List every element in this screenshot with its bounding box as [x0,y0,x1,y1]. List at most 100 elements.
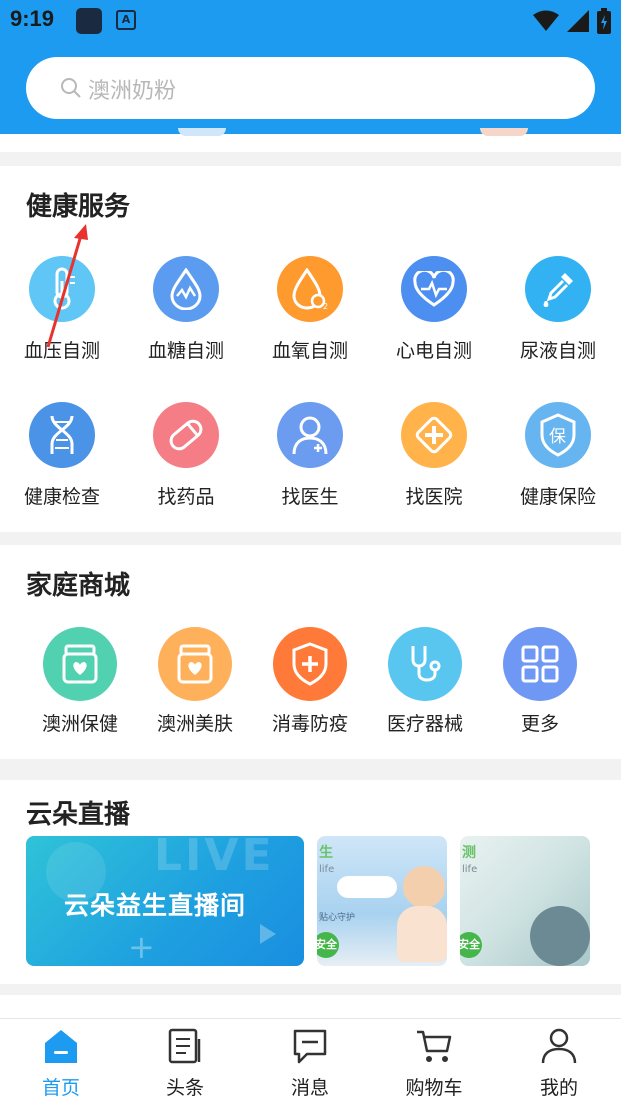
header: 9:19 A 澳洲奶粉 [0,0,621,134]
safety-badge: 安全 [317,932,339,958]
status-icons [533,8,611,34]
next-section-peek [0,995,621,1019]
carousel-peek-left [178,128,226,136]
font-icon: A [116,10,136,30]
carousel-strip [0,128,621,152]
search-icon [61,78,81,98]
cart-icon [417,1030,452,1062]
item-label: 澳洲美肤 [156,713,233,735]
play-icon [260,924,276,944]
item-label: 找医院 [405,486,463,508]
item-label: 健康保险 [519,486,596,508]
tab-news[interactable]: 头条 [130,1027,240,1100]
tab-label: 购物车 [405,1077,463,1099]
cloud-decor [337,876,397,898]
live-watermark: LIVE [154,836,275,881]
device-image [530,906,590,966]
message-icon [293,1029,327,1064]
find-doctor-item[interactable]: 找医生 [250,402,370,509]
item-label: 消毒防疫 [271,713,348,735]
banner-sub: life [462,864,478,875]
dropper-icon [525,256,591,322]
health-insurance-item[interactable]: 保 健康保险 [498,402,618,509]
tab-profile[interactable]: 我的 [504,1027,614,1100]
stethoscope-icon [388,627,462,701]
tab-label: 首页 [41,1077,80,1099]
wifi-icon [533,10,559,31]
medical-device-item[interactable]: 医疗器械 [365,627,485,736]
blood-sugar-item[interactable]: 血糖自测 [126,256,246,363]
capsule-icon [153,402,219,468]
beauty-jar-icon [158,627,232,701]
tab-messages[interactable]: 消息 [255,1027,365,1100]
status-bar: 9:19 A [0,0,621,44]
doctor-icon [277,402,343,468]
svg-text:2: 2 [323,302,328,310]
tab-home[interactable]: 首页 [6,1027,116,1100]
item-label: 健康检查 [23,486,100,508]
blood-oxygen-item[interactable]: 2 血氧自测 [250,256,370,363]
search-placeholder: 澳洲奶粉 [88,79,177,104]
dna-icon [29,402,95,468]
find-medicine-item[interactable]: 找药品 [126,402,246,509]
section-title: 健康服务 [26,192,131,222]
app-icon [76,8,102,34]
item-label: 澳洲保健 [41,713,118,735]
tab-label: 消息 [290,1077,329,1099]
safety-badge: 安全 [460,932,482,958]
item-label: 尿液自测 [519,340,596,362]
item-label: 心电自测 [395,340,472,362]
insurance-shield-icon: 保 [525,402,591,468]
svg-text:保: 保 [549,427,566,447]
ecg-item[interactable]: 心电自测 [374,256,494,363]
bottom-tab-bar: 首页 头条 消息 购物车 我的 [0,1018,621,1102]
news-icon [168,1028,201,1064]
item-label: 找药品 [157,486,215,508]
more-item[interactable]: 更多 [480,627,600,736]
baby-product-banner[interactable]: 生 life 贴心守护 安全 [317,836,447,966]
annotation-arrow [46,224,88,348]
test-product-banner[interactable]: 测 life 安全 [460,836,590,966]
section-title: 云朵直播 [26,800,131,830]
baby-image [403,866,445,908]
live-section: 云朵直播 LIVE + 云朵益生直播间 生 life 贴心守护 安全 测 lif… [0,780,621,984]
health-jar-icon [43,627,117,701]
baby-body [397,906,447,962]
carousel-peek-right [480,128,528,136]
live-room-banner[interactable]: LIVE + 云朵益生直播间 [26,836,304,966]
home-icon [45,1030,77,1063]
urine-item[interactable]: 尿液自测 [498,256,618,363]
battery-icon [597,8,611,34]
find-hospital-item[interactable]: 找医院 [374,402,494,509]
banner-heading: 测 [462,845,476,861]
item-label: 找医生 [281,486,339,508]
plus-decor-icon: + [128,928,155,966]
item-label: 更多 [520,713,559,735]
user-icon [541,1028,577,1064]
item-label: 血氧自测 [271,340,348,362]
banner-line: 贴心守护 [319,913,356,923]
oxygen-drop-icon: 2 [277,256,343,322]
item-label: 血糖自测 [147,340,224,362]
banner-sub: life [319,864,335,875]
item-label: 医疗器械 [386,713,463,735]
disinfection-item[interactable]: 消毒防疫 [250,627,370,736]
banner-title: 云朵益生直播间 [64,891,247,920]
status-time: 9:19 [10,6,55,31]
shield-plus-icon [273,627,347,701]
banner-heading: 生 [319,845,333,861]
aus-health-item[interactable]: 澳洲保健 [20,627,140,736]
hospital-cross-icon [401,402,467,468]
tab-label: 头条 [165,1077,204,1099]
heart-pulse-icon [401,256,467,322]
grid-icon [503,627,577,701]
family-mall-section: 家庭商城 澳洲保健 澳洲美肤 消毒防疫 医疗器械 更多 [0,545,621,759]
signal-icon [567,10,589,32]
search-bar[interactable]: 澳洲奶粉 [26,57,595,119]
blood-drop-icon [153,256,219,322]
health-check-item[interactable]: 健康检查 [2,402,122,509]
aus-beauty-item[interactable]: 澳洲美肤 [135,627,255,736]
tab-label: 我的 [539,1077,578,1099]
health-services-section: 健康服务 血压自测 血糖自测 2 血氧自测 心电自测 尿液自测 健康检查 找药品… [0,166,621,532]
tab-cart[interactable]: 购物车 [379,1027,489,1100]
